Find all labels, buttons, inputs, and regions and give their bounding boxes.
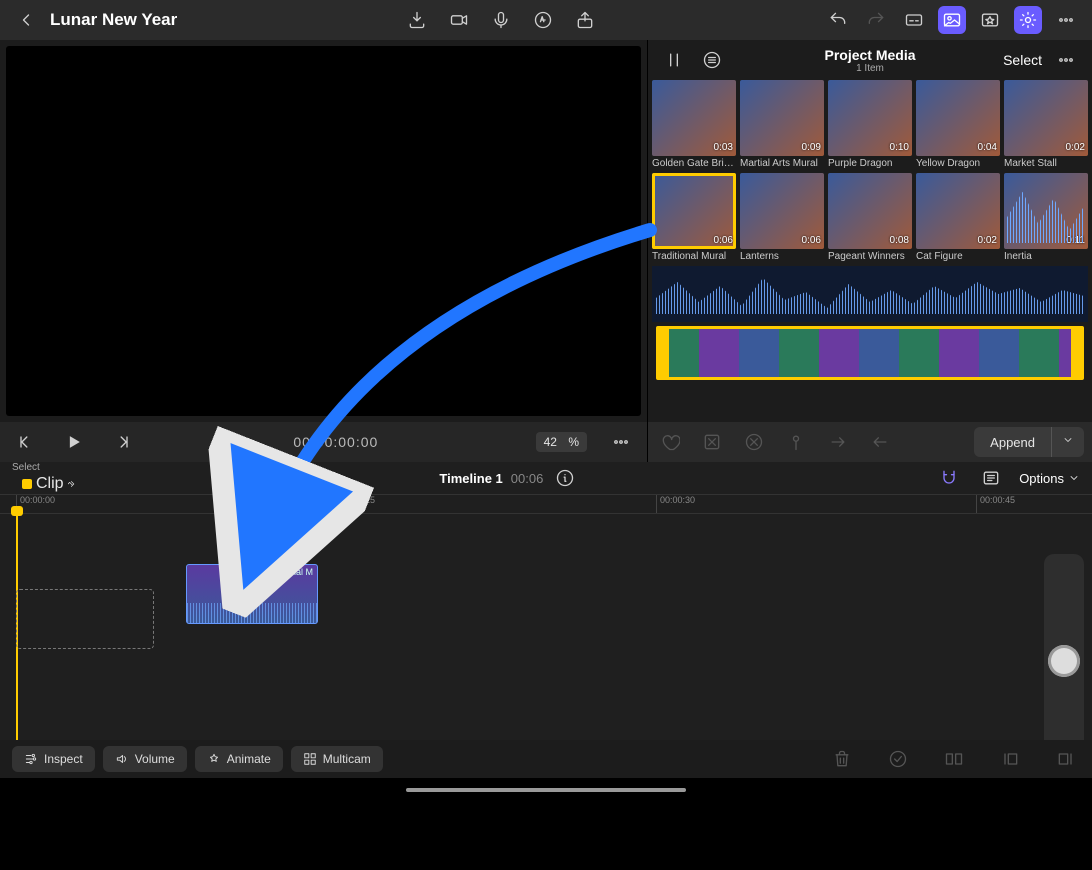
clear-rating-icon[interactable] [740, 428, 768, 456]
chevron-down-icon[interactable] [1051, 427, 1084, 457]
home-indicator [406, 788, 686, 792]
delete-icon[interactable] [828, 745, 856, 773]
enable-icon[interactable] [884, 745, 912, 773]
inspect-button[interactable]: Inspect [12, 746, 95, 772]
markup-icon[interactable] [529, 6, 557, 34]
animate-button[interactable]: Animate [195, 746, 283, 772]
media-clip[interactable]: 0:08Pageant Winners [828, 173, 912, 262]
select-hint: Select [12, 462, 84, 473]
jog-wheel[interactable] [1044, 554, 1084, 768]
captions-icon[interactable] [900, 6, 928, 34]
play-icon[interactable] [60, 428, 88, 456]
filmstrip-preview[interactable] [656, 326, 1084, 380]
media-clip[interactable]: 0:02Market Stall [1004, 80, 1088, 169]
insert-icon[interactable] [824, 428, 852, 456]
overwrite-icon[interactable] [866, 428, 894, 456]
waveform-preview[interactable] [652, 266, 1088, 322]
effects-icon[interactable] [976, 6, 1004, 34]
media-clip[interactable]: 0:02Cat Figure [916, 173, 1000, 262]
media-clip[interactable]: 0:04Yellow Dragon [916, 80, 1000, 169]
multicam-button[interactable]: Multicam [291, 746, 383, 772]
more-icon[interactable] [1052, 6, 1080, 34]
select-button[interactable]: Select [1003, 52, 1042, 68]
prev-frame-icon[interactable] [12, 428, 40, 456]
favorite-icon[interactable] [656, 428, 684, 456]
volume-button[interactable]: Volume [103, 746, 187, 772]
media-clip[interactable]: 0:09Martial Arts Mural [740, 80, 824, 169]
media-clip[interactable]: 0:06Traditional Mural [652, 173, 736, 262]
mic-icon[interactable] [487, 6, 515, 34]
viewer-more-icon[interactable] [607, 428, 635, 456]
append-button[interactable]: Append [974, 427, 1084, 457]
trim-end-icon[interactable] [1052, 745, 1080, 773]
import-icon[interactable] [403, 6, 431, 34]
media-clip[interactable]: 0:06Lanterns [740, 173, 824, 262]
timeline-duration: 00:06 [511, 471, 544, 486]
project-title: Lunar New Year [50, 10, 177, 30]
tool-mode[interactable]: Clip [16, 473, 84, 495]
timeline-clip[interactable]: Traditional M [186, 564, 318, 624]
split-icon[interactable] [940, 745, 968, 773]
snapping-icon[interactable] [935, 464, 963, 492]
viewer[interactable] [6, 46, 641, 416]
zoom-level[interactable]: 42 % [536, 432, 587, 452]
undo-icon[interactable] [824, 6, 852, 34]
filmstrip-toggle-icon[interactable] [660, 46, 688, 74]
index-icon[interactable] [977, 464, 1005, 492]
info-icon[interactable] [551, 464, 579, 492]
bottom-toolbar: Inspect Volume Animate Multicam [0, 740, 1092, 778]
timecode[interactable]: 00:00:00:00 [156, 434, 516, 450]
camera-icon[interactable] [445, 6, 473, 34]
media-footer: Append [648, 422, 1092, 462]
drop-zone[interactable] [16, 589, 154, 649]
media-clip[interactable]: 0:03Golden Gate Bridge [652, 80, 736, 169]
timeline-header: Select Clip Timeline 1 00:06 Options [0, 462, 1092, 494]
dial-icon [1048, 645, 1080, 677]
back-button[interactable] [12, 6, 40, 34]
tracks[interactable]: Traditional M [0, 514, 1092, 778]
media-grid: 0:03Golden Gate Bridge 0:09Martial Arts … [648, 80, 1092, 422]
options-menu[interactable]: Options [1019, 471, 1080, 486]
list-view-icon[interactable] [698, 46, 726, 74]
transport-bar: 00:00:00:00 42 % [0, 422, 647, 462]
reject-icon[interactable] [698, 428, 726, 456]
next-frame-icon[interactable] [108, 428, 136, 456]
ruler[interactable]: 00:00:00 00:00:15 00:00:30 00:00:45 [0, 494, 1092, 514]
header-bar: Lunar New Year [0, 0, 1092, 40]
media-clip[interactable]: 0:10Purple Dragon [828, 80, 912, 169]
media-more-icon[interactable] [1052, 46, 1080, 74]
media-header: Project Media 1 Item Select [648, 40, 1092, 80]
timeline-name: Timeline 1 [439, 471, 502, 486]
share-icon[interactable] [571, 6, 599, 34]
trim-start-icon[interactable] [996, 745, 1024, 773]
media-clip[interactable]: 0:11Inertia [1004, 173, 1088, 262]
tips-icon[interactable] [1014, 6, 1042, 34]
photos-icon[interactable] [938, 6, 966, 34]
keyword-icon[interactable] [782, 428, 810, 456]
redo-icon [862, 6, 890, 34]
